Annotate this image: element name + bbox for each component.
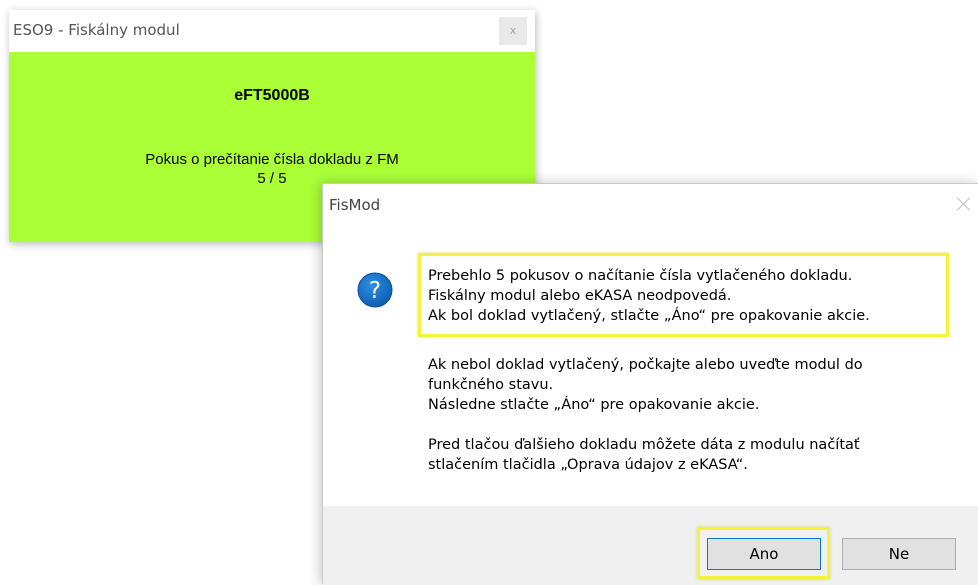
eso-titlebar[interactable]: ESO9 - Fiskálny modul x	[9, 10, 535, 52]
yes-button[interactable]: Ano	[707, 538, 821, 570]
message-block-not-printed: Ak nebol doklad vytlačený, počkajte aleb…	[428, 355, 863, 415]
message-line: Ak bol doklad vytlačený, stlačte „Áno“ p…	[428, 308, 870, 324]
status-text: Pokus o prečítanie čísla dokladu z FM	[145, 151, 399, 168]
fismod-dialog: FisMod ? Prebehlo 5 pokusov o načítanie …	[322, 183, 978, 585]
question-icon: ?	[357, 272, 393, 308]
no-button[interactable]: Ne	[842, 538, 956, 570]
message-line: Prebehlo 5 pokusov o načítanie čísla vyt…	[428, 268, 853, 284]
message-line: stlačením tlačidla „Oprava údajov z eKAS…	[428, 457, 748, 473]
close-icon: x	[509, 24, 517, 37]
dialog-title: FisMod	[329, 196, 381, 214]
message-line: Ak nebol doklad vytlačený, počkajte aleb…	[428, 357, 863, 373]
message-line: funkčného stavu.	[428, 377, 554, 393]
dialog-button-bar: Ano Ne	[323, 506, 978, 585]
svg-text:?: ?	[369, 278, 381, 304]
dialog-close-icon[interactable]	[954, 194, 974, 214]
message-line: Fiskálny modul alebo eKASA neodpovedá.	[428, 288, 732, 304]
message-block-highlighted: Prebehlo 5 pokusov o načítanie čísla vyt…	[428, 266, 870, 326]
message-line: Následne stlačte „Áno“ pre opakovanie ak…	[428, 397, 760, 413]
eso-window-title: ESO9 - Fiskálny modul	[13, 21, 180, 39]
eso-close-button[interactable]: x	[499, 17, 527, 45]
message-block-before-print: Pred tlačou ďalšieho dokladu môžete dáta…	[428, 435, 860, 475]
message-line: Pred tlačou ďalšieho dokladu môžete dáta…	[428, 437, 860, 453]
device-name: eFT5000B	[234, 87, 310, 104]
